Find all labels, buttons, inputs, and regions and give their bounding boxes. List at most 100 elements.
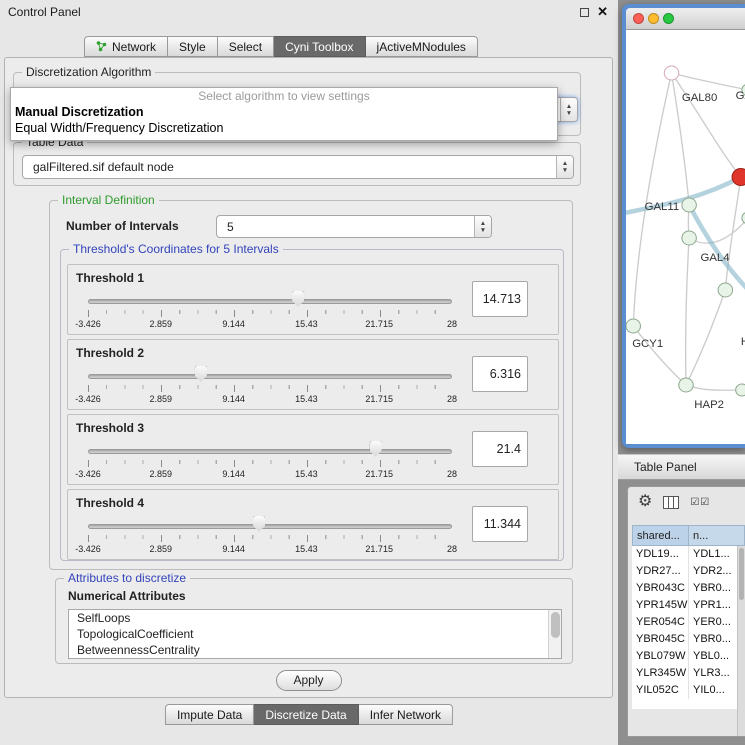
tab-network[interactable]: Network — [84, 36, 168, 57]
selected-network-node[interactable] — [732, 169, 745, 186]
stepper-up-icon[interactable]: ▲ — [562, 160, 568, 167]
network-window-titlebar[interactable] — [626, 8, 745, 30]
network-node[interactable] — [664, 66, 678, 80]
combo-stepper-icon[interactable]: ▲ ▼ — [556, 156, 573, 178]
tab-select[interactable]: Select — [218, 36, 274, 57]
list-item[interactable]: SelfLoops — [69, 610, 561, 626]
close-icon[interactable]: ✕ — [597, 6, 608, 18]
network-edge[interactable] — [672, 73, 741, 177]
float-window-icon[interactable] — [580, 8, 589, 17]
threshold-3-slider[interactable]: -3.426 2.859 9.144 15.43 21.715 28 — [88, 439, 452, 483]
network-node[interactable] — [626, 319, 640, 333]
cell[interactable]: YBR043C — [632, 580, 689, 597]
network-node[interactable] — [718, 283, 732, 297]
network-node[interactable] — [736, 384, 745, 396]
slider-track[interactable] — [88, 299, 452, 304]
number-of-intervals-value: 5 — [217, 216, 474, 237]
slider-thumb[interactable] — [195, 366, 207, 382]
threshold-4-value-field[interactable]: 11.344 — [472, 506, 528, 542]
combo-stepper-icon[interactable]: ▲ ▼ — [474, 216, 491, 237]
table-row[interactable]: YDR27...YDR2... — [632, 563, 745, 580]
table-body: YDL19...YDL1... YDR27...YDR2... YBR043CY… — [632, 546, 745, 709]
scrollbar-thumb[interactable] — [551, 612, 560, 638]
slider-track[interactable] — [88, 449, 452, 454]
stepper-down-icon[interactable]: ▼ — [480, 227, 486, 234]
tab-jactivemnodules-label: jActiveMNodules — [377, 40, 466, 54]
list-item[interactable]: TopologicalCoefficient — [69, 626, 561, 642]
stepper-up-icon[interactable]: ▲ — [566, 103, 572, 110]
cell[interactable]: YIL052C — [632, 682, 689, 699]
network-edge[interactable] — [633, 326, 686, 385]
cell[interactable]: YBR045C — [632, 631, 689, 648]
slider-thumb[interactable] — [370, 441, 382, 457]
tab-discretize-data[interactable]: Discretize Data — [254, 704, 358, 725]
network-edge[interactable] — [686, 290, 725, 385]
columns-icon[interactable] — [663, 496, 679, 509]
network-node[interactable] — [679, 378, 693, 392]
stepper-up-icon[interactable]: ▲ — [480, 220, 486, 227]
network-node[interactable] — [682, 198, 696, 212]
column-header-name[interactable]: n... — [689, 525, 745, 546]
list-item[interactable]: BetweennessCentrality — [69, 642, 561, 658]
table-row[interactable]: YDL19...YDL1... — [632, 546, 745, 563]
table-row[interactable]: YPR145WYPR1... — [632, 597, 745, 614]
table-row[interactable]: YBR043CYBR0... — [632, 580, 745, 597]
algorithm-option-equal-width[interactable]: Equal Width/Frequency Discretization — [11, 120, 557, 136]
table-scrollbar[interactable] — [737, 546, 745, 736]
control-panel: Control Panel ✕ Network Style Select Cyn… — [0, 0, 618, 745]
close-traffic-light-icon[interactable] — [633, 13, 644, 24]
stepper-down-icon[interactable]: ▼ — [566, 110, 572, 117]
tick-label: -3.426 — [75, 544, 101, 554]
threshold-1-slider[interactable]: -3.426 2.859 9.144 15.43 21.715 28 — [88, 289, 452, 333]
number-of-intervals-combo[interactable]: 5 ▲ ▼ — [216, 215, 492, 238]
threshold-1-value-field[interactable]: 14.713 — [472, 281, 528, 317]
tab-infer-network[interactable]: Infer Network — [359, 704, 453, 725]
threshold-3-value-field[interactable]: 21.4 — [472, 431, 528, 467]
combo-stepper-icon[interactable]: ▲ ▼ — [560, 98, 577, 121]
column-header-shared-name[interactable]: shared... — [632, 525, 689, 546]
stepper-down-icon[interactable]: ▼ — [562, 167, 568, 174]
cell[interactable]: YER054C — [632, 614, 689, 631]
network-edge[interactable] — [686, 238, 689, 385]
apply-button[interactable]: Apply — [276, 670, 342, 691]
slider-track[interactable] — [88, 374, 452, 379]
network-edge[interactable] — [686, 385, 742, 390]
scrollbar-thumb[interactable] — [739, 548, 744, 600]
table-row[interactable]: YLR345WYLR3... — [632, 665, 745, 682]
slider-track[interactable] — [88, 524, 452, 529]
threshold-2-value-field[interactable]: 6.316 — [472, 356, 528, 392]
tab-discretize-data-label: Discretize Data — [265, 708, 346, 722]
gear-icon[interactable]: ⚙ — [638, 494, 652, 510]
cell[interactable]: YPR145W — [632, 597, 689, 614]
network-edge[interactable] — [633, 73, 671, 326]
table-row[interactable]: YBL079WYBL0... — [632, 648, 745, 665]
minimize-traffic-light-icon[interactable] — [648, 13, 659, 24]
table-data-combo[interactable]: galFiltered.sif default node ▲ ▼ — [22, 155, 574, 179]
network-canvas[interactable]: GAL80 GAL11 GAL4 GCY1 HAP2 GA H — [626, 30, 745, 444]
cell[interactable]: YDL19... — [632, 546, 689, 563]
cell[interactable]: YDR27... — [632, 563, 689, 580]
tab-cyni-toolbox[interactable]: Cyni Toolbox — [274, 36, 365, 57]
network-graph[interactable]: GAL80 GAL11 GAL4 GCY1 HAP2 GA H — [626, 30, 745, 444]
threshold-2-slider[interactable]: -3.426 2.859 9.144 15.43 21.715 28 — [88, 364, 452, 408]
select-checkboxes-icon[interactable]: ☑☑ — [690, 497, 710, 508]
cell[interactable]: YBL079W — [632, 648, 689, 665]
table-row[interactable]: YER054CYER0... — [632, 614, 745, 631]
algorithm-option-manual[interactable]: Manual Discretization — [11, 104, 557, 120]
network-node[interactable] — [682, 231, 696, 245]
network-edge[interactable] — [672, 73, 745, 90]
tab-style[interactable]: Style — [168, 36, 218, 57]
algorithm-placeholder-option[interactable]: Select algorithm to view settings — [11, 89, 557, 104]
slider-thumb[interactable] — [292, 291, 304, 307]
slider-thumb[interactable] — [253, 516, 265, 532]
tab-jactivemnodules[interactable]: jActiveMNodules — [366, 36, 478, 57]
tab-impute-data[interactable]: Impute Data — [165, 704, 254, 725]
list-scrollbar[interactable] — [548, 610, 561, 658]
network-edge-highlighted[interactable] — [689, 205, 745, 292]
cell[interactable]: YLR345W — [632, 665, 689, 682]
table-row[interactable]: YIL052CYIL0... — [632, 682, 745, 699]
table-row[interactable]: YBR045CYBR0... — [632, 631, 745, 648]
zoom-traffic-light-icon[interactable] — [663, 13, 674, 24]
tick-label: 21.715 — [365, 319, 393, 329]
threshold-4-slider[interactable]: -3.426 2.859 9.144 15.43 21.715 28 — [88, 514, 452, 558]
